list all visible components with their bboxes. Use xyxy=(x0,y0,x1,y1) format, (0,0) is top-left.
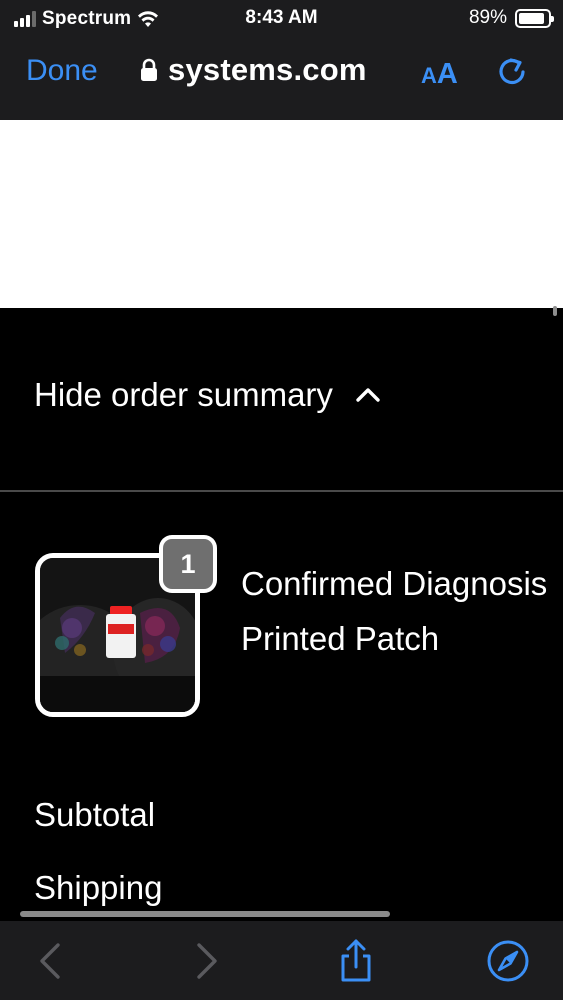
aa-small-glyph: A xyxy=(421,63,437,88)
share-button[interactable] xyxy=(334,939,378,983)
shipping-label: Shipping xyxy=(34,869,163,906)
browser-nav-bar: Done systems.com AA xyxy=(0,38,563,120)
subtotal-label: Subtotal xyxy=(34,796,156,833)
address-bar[interactable]: systems.com xyxy=(140,52,367,88)
page-header-area xyxy=(0,120,563,308)
chevron-up-icon xyxy=(356,388,380,402)
battery-fill xyxy=(519,12,544,24)
quantity-badge: 1 xyxy=(159,535,217,593)
chevron-right-icon xyxy=(197,943,217,979)
quantity-value: 1 xyxy=(163,539,213,589)
aa-large-glyph: A xyxy=(436,58,458,90)
browser-toolbar xyxy=(0,921,563,1000)
chevron-left-icon xyxy=(40,943,60,979)
scroll-indicator xyxy=(553,306,557,316)
order-summary-toggle[interactable]: Hide order summary xyxy=(34,376,381,414)
lock-icon xyxy=(141,58,157,81)
forward-button[interactable] xyxy=(185,939,229,983)
share-icon xyxy=(341,939,371,982)
status-bar: Spectrum 8:43 AM 89% xyxy=(0,0,563,38)
divider xyxy=(0,490,563,492)
text-size-button[interactable]: AA xyxy=(421,58,458,91)
compass-button[interactable] xyxy=(486,939,530,983)
status-right: 89% xyxy=(468,7,554,29)
battery-percent: 89% xyxy=(468,7,507,28)
battery-icon xyxy=(515,8,554,28)
product-name: Confirmed Diagnosis Printed Patch xyxy=(241,565,548,657)
compass-icon xyxy=(487,940,529,982)
order-summary-toggle-label: Hide order summary xyxy=(34,376,333,413)
back-button[interactable] xyxy=(30,939,74,983)
done-button[interactable]: Done xyxy=(26,54,98,88)
reload-icon[interactable] xyxy=(494,54,530,90)
url-text: systems.com xyxy=(168,52,367,87)
horizontal-scroll-indicator xyxy=(20,911,390,917)
